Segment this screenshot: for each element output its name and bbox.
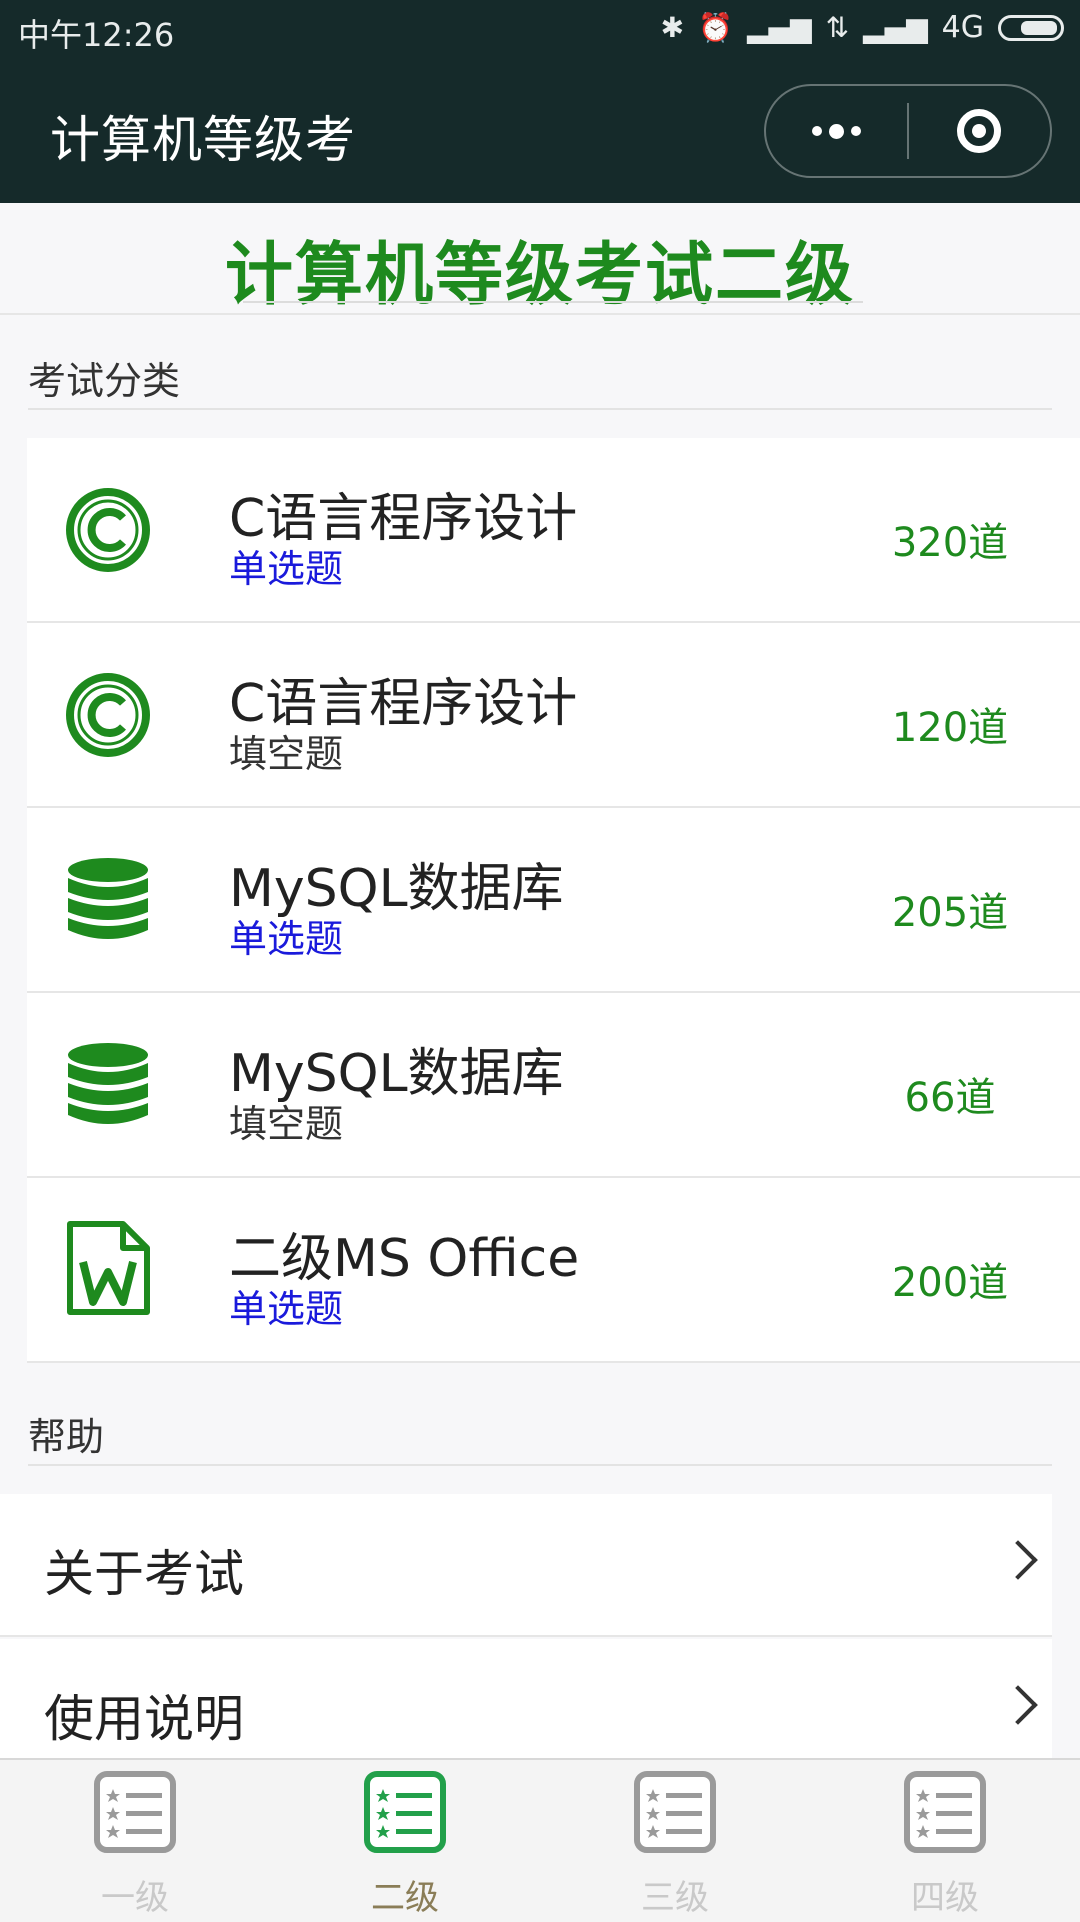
category-type: 单选题: [229, 1287, 344, 1331]
tab-label: 三级: [641, 1878, 709, 1918]
mini-program-capsule: [764, 84, 1052, 178]
tab-level-2[interactable]: 二级: [270, 1760, 540, 1922]
category-item-mysql-fill[interactable]: MySQL数据库 填空题 66道: [27, 993, 1080, 1178]
status-time: 中午12:26: [18, 16, 175, 54]
chevron-right-icon: [998, 1685, 1038, 1725]
tab-level-4[interactable]: 四级: [810, 1760, 1080, 1922]
status-icons: ✱ ⏰ ▂▄▆ ⇅ ▂▄▆ 4G: [661, 10, 1064, 45]
category-item-c-single[interactable]: C语言程序设计 单选题 320道: [27, 438, 1080, 623]
more-dot-icon: [851, 126, 861, 136]
tab-level-1[interactable]: 一级: [0, 1760, 270, 1922]
battery-icon: [998, 14, 1064, 41]
category-item-ms-office[interactable]: 二级MS Office 单选题 200道: [27, 1178, 1080, 1363]
word-document-icon: [67, 1221, 150, 1315]
category-list: C语言程序设计 单选题 320道 C语言程序设计 填空题 120道 MySQL数…: [27, 438, 1080, 1363]
category-type: 单选题: [229, 917, 344, 961]
category-type: 单选题: [229, 547, 344, 591]
chevron-right-icon: [998, 1540, 1038, 1580]
section-divider: [28, 408, 1052, 410]
category-section-title: 考试分类: [28, 359, 181, 403]
database-icon: [68, 1043, 148, 1124]
tab-label: 二级: [371, 1878, 439, 1918]
section-divider: [28, 1464, 1052, 1466]
header-bar: 中午12:26 ✱ ⏰ ▂▄▆ ⇅ ▂▄▆ 4G 计算机等级考: [0, 0, 1080, 203]
help-item-about-exam[interactable]: 关于考试: [0, 1494, 1052, 1637]
more-button[interactable]: [766, 123, 907, 139]
bottom-tab-bar: 一级 二级 三级 四级: [0, 1758, 1080, 1922]
heading-underline: [243, 301, 863, 303]
signal-icon-2: ▂▄▆: [863, 11, 928, 44]
copyright-icon: [66, 673, 150, 757]
help-section-title: 帮助: [28, 1415, 105, 1459]
data-transfer-icon: ⇅: [825, 11, 850, 44]
app-title: 计算机等级考: [50, 111, 356, 169]
category-type: 填空题: [229, 1102, 344, 1146]
tab-label: 一级: [101, 1878, 169, 1918]
bluetooth-icon: ✱: [660, 11, 685, 44]
help-item-label: 关于考试: [44, 1545, 244, 1603]
page-title: 计算机等级考试二级: [224, 236, 855, 315]
list-icon: [904, 1771, 986, 1853]
network-type: 4G: [941, 10, 984, 45]
category-item-mysql-single[interactable]: MySQL数据库 单选题 205道: [27, 808, 1080, 993]
tab-level-3[interactable]: 三级: [540, 1760, 810, 1922]
list-icon: [364, 1771, 446, 1853]
list-icon: [634, 1771, 716, 1853]
question-count: 120道: [891, 705, 1009, 751]
alarm-icon: ⏰: [698, 11, 733, 44]
question-count: 66道: [904, 1075, 996, 1121]
more-dot-icon: [829, 123, 844, 139]
signal-icon: ▂▄▆: [746, 11, 812, 44]
list-icon: [94, 1771, 176, 1853]
category-type: 填空题: [229, 732, 344, 776]
question-count: 205道: [891, 890, 1009, 936]
question-count: 200道: [891, 1260, 1009, 1306]
page-heading-area: 计算机等级考试二级: [0, 203, 1080, 315]
more-dot-icon: [812, 126, 822, 136]
category-item-c-fill[interactable]: C语言程序设计 填空题 120道: [27, 623, 1080, 808]
close-target-icon: [957, 109, 1002, 153]
copyright-icon: [66, 488, 150, 572]
close-button[interactable]: [909, 109, 1050, 153]
tab-label: 四级: [911, 1878, 979, 1918]
database-icon: [68, 858, 148, 939]
question-count: 320道: [891, 520, 1009, 566]
help-item-label: 使用说明: [44, 1690, 244, 1748]
